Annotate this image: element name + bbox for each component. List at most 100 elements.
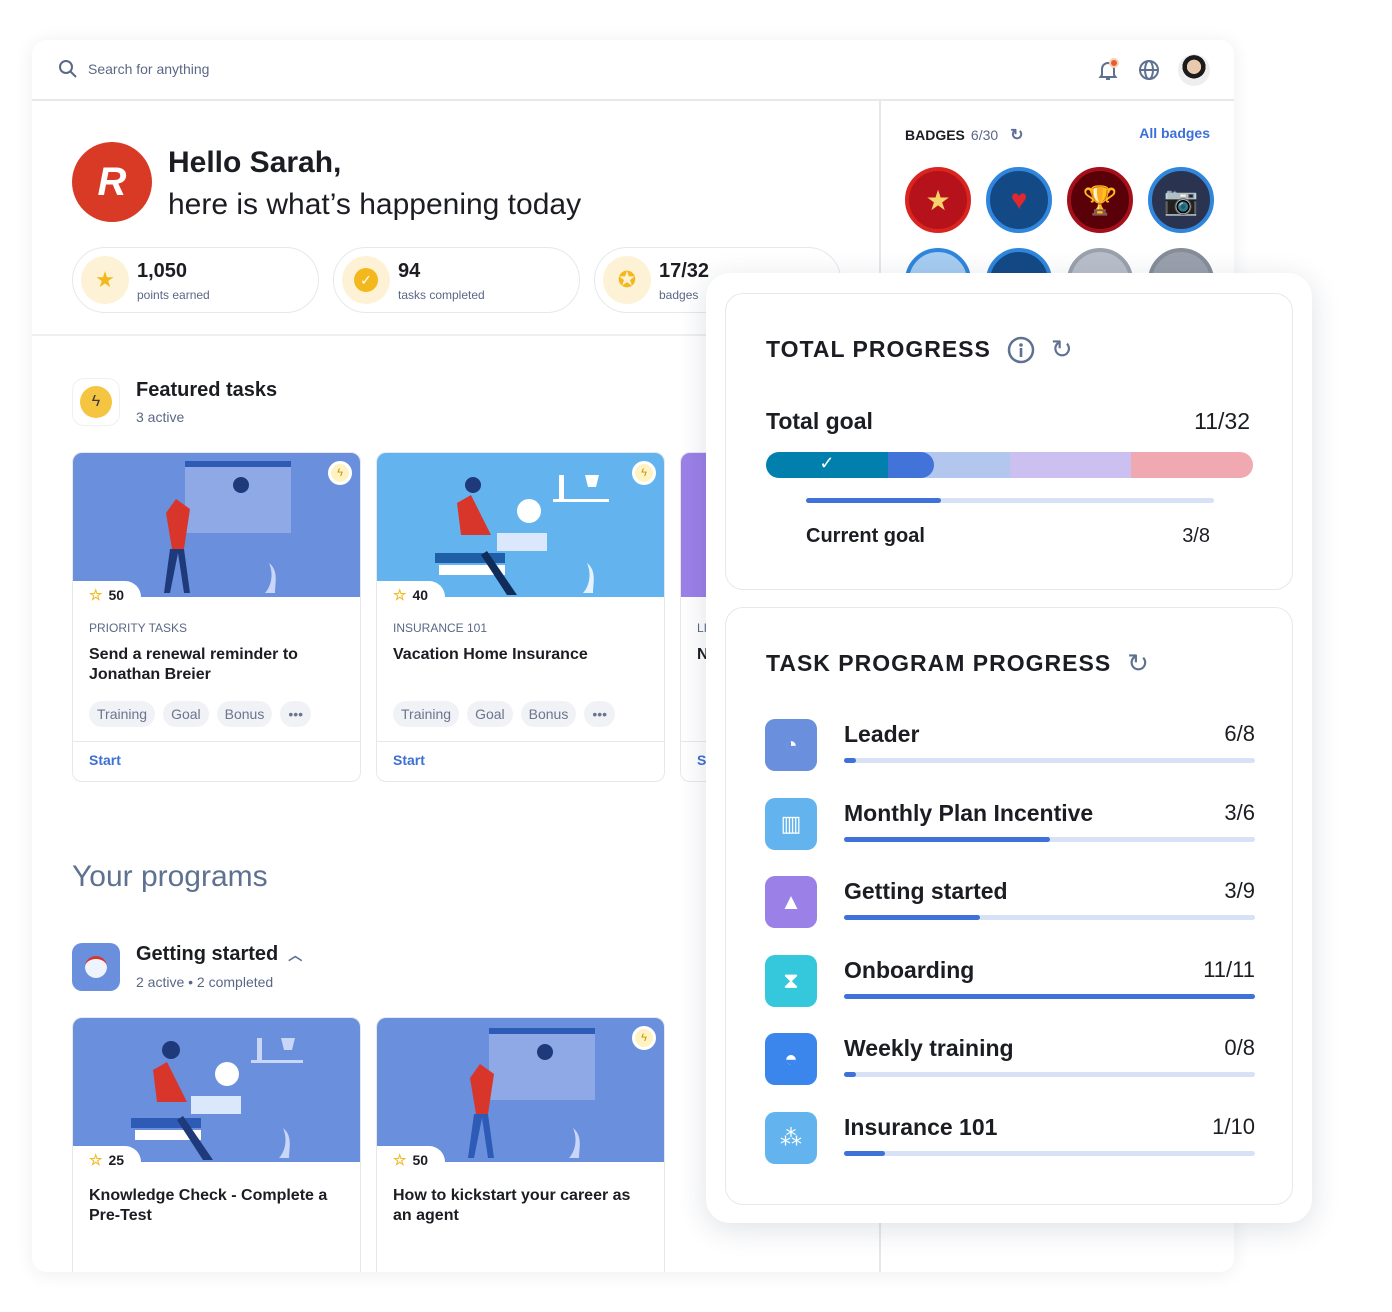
ribbon-icon: ✪ — [603, 256, 651, 304]
program-card[interactable]: ϟ ☆ 50 How to kickstart your career as an… — [376, 1017, 665, 1272]
current-goal-label: Current goal — [806, 525, 925, 547]
start-button[interactable]: Start — [73, 741, 360, 781]
search-input[interactable]: Search for anything — [58, 59, 209, 79]
task-illustration: ϟ ☆ 50 — [377, 1018, 664, 1174]
gauge-icon: ◔ — [765, 719, 817, 771]
task-title: Knowledge Check - Complete a Pre-Test — [89, 1187, 328, 1224]
brand-logo: R — [72, 142, 152, 222]
program-name: Insurance 101 — [844, 1114, 998, 1140]
programs-title: Your programs — [72, 860, 268, 893]
program-group-title: Getting started — [136, 943, 279, 965]
featured-title: Featured tasks — [136, 379, 278, 401]
program-progress-fill — [844, 836, 1050, 842]
program-name: Getting started — [844, 878, 1008, 905]
points-badge: ☆ 40 — [377, 581, 445, 609]
badge-camera[interactable]: 📷 — [1148, 167, 1214, 233]
start-button[interactable]: Start — [377, 741, 664, 781]
refresh-icon[interactable]: ↻ — [1051, 334, 1073, 365]
badges-count: 6/30 — [970, 127, 999, 143]
greeting: Hello Sarah, here is what’s happening to… — [168, 142, 581, 226]
task-category: INSURANCE 101 — [393, 621, 488, 635]
program-progress-row[interactable]: ▲ Getting started 3/9 — [765, 876, 1255, 936]
stat-label: badges — [659, 288, 699, 302]
program-value: 3/6 — [1224, 799, 1255, 825]
search-placeholder: Search for anything — [88, 61, 210, 77]
program-progress-row[interactable]: ⁂ Insurance 101 1/10 — [765, 1112, 1255, 1172]
points-badge: ☆ 25 — [73, 1146, 141, 1174]
stat-tasks: ✓ 94 tasks completed — [333, 247, 580, 313]
program-icon — [72, 943, 120, 991]
lightning-icon: ϟ — [632, 1026, 656, 1050]
info-icon[interactable] — [1007, 336, 1035, 364]
program-progress-row[interactable]: ◔ Leader 6/8 — [765, 719, 1255, 779]
task-card[interactable]: ϟ ☆ 50 PRIORITY TASKS Send a renewal remi… — [72, 452, 361, 782]
tag: Training — [89, 701, 156, 727]
team-icon: ⁂ — [765, 1112, 817, 1164]
program-group-header[interactable]: Getting started ︿ — [136, 943, 302, 966]
program-name: Monthly Plan Incentive — [844, 799, 1094, 826]
program-progress-fill — [844, 1072, 857, 1078]
star-outline-icon: ☆ — [393, 1152, 407, 1169]
star-outline-icon: ☆ — [89, 1152, 103, 1169]
hourglass-icon: ⧗ — [765, 954, 817, 1007]
badge-stars[interactable]: ★ — [905, 167, 971, 233]
pyramid-icon: ▲ — [765, 876, 817, 929]
task-illustration: ϟ ☆ 50 — [73, 453, 360, 609]
program-card[interactable]: ☆ 25 Knowledge Check - Complete a Pre-Tes… — [72, 1017, 361, 1272]
points-badge: ☆ 50 — [377, 1146, 445, 1174]
lightning-icon: ϟ — [328, 461, 352, 485]
goal-segment-completed: ✓ — [766, 452, 888, 478]
logo-letter: R — [97, 159, 127, 204]
stat-label: points earned — [137, 288, 210, 302]
current-segment-fill — [887, 452, 934, 478]
points-value: 40 — [412, 587, 429, 603]
total-goal-bar: ✓ — [766, 452, 1253, 478]
program-progress-row[interactable]: ⧗ Onboarding 11/11 — [765, 954, 1255, 1015]
progress-panel: TOTAL PROGRESS ↻ Total goal 11/32 ✓ Curr… — [706, 273, 1312, 1223]
current-goal-track — [806, 498, 1214, 503]
task-category: PRIORITY TASKS — [89, 621, 188, 635]
program-group-subtitle: 2 active • 2 completed — [136, 974, 274, 990]
more-tags-button[interactable]: ••• — [280, 701, 312, 727]
greeting-subtitle: here is what’s happening today — [168, 188, 582, 221]
bell-icon[interactable] — [1096, 58, 1120, 82]
greeting-title: Hello Sarah, — [168, 146, 342, 179]
tag: Goal — [467, 701, 513, 727]
task-card[interactable]: ϟ ☆ 40 INSURANCE 101 Vacation Home Insura… — [376, 452, 665, 782]
top-bar: Search for anything — [32, 40, 1234, 101]
goal-segment-upcoming — [1131, 452, 1253, 478]
points-value: 25 — [108, 1152, 125, 1168]
program-value: 1/10 — [1212, 1114, 1255, 1139]
program-name: Weekly training — [844, 1035, 1014, 1062]
star-icon: ★ — [81, 256, 129, 304]
program-progress-track — [844, 1072, 1255, 1078]
badge-trophy[interactable]: 🏆 — [1067, 167, 1133, 233]
check-circle-icon: ✓ — [342, 256, 390, 304]
program-progress-row[interactable]: ▥ Monthly Plan Incentive 3/6 — [765, 797, 1255, 858]
chevron-up-icon[interactable]: ︿ — [288, 945, 302, 965]
stat-value: 1,050 — [137, 260, 188, 282]
stat-value: 94 — [398, 260, 421, 282]
program-value: 6/8 — [1224, 721, 1255, 746]
task-illustration: ϟ ☆ 40 — [377, 453, 664, 609]
lightning-icon: ϟ — [72, 378, 120, 426]
badge-heart[interactable]: ♥ — [986, 167, 1052, 233]
program-progress-row[interactable]: ◓ Weekly training 0/8 — [765, 1033, 1255, 1093]
avatar[interactable] — [1178, 54, 1210, 86]
chart-icon: ▥ — [765, 797, 817, 850]
program-progress-fill — [844, 758, 857, 763]
stat-points: ★ 1,050 points earned — [72, 247, 319, 313]
globe-icon[interactable] — [1138, 59, 1160, 81]
goal-segment-upcoming — [1009, 452, 1132, 478]
refresh-icon[interactable]: ↻ — [1127, 648, 1149, 679]
refresh-icon[interactable]: ↻ — [1010, 125, 1023, 145]
search-icon — [59, 60, 77, 78]
program-progress-track — [844, 993, 1255, 999]
all-badges-link[interactable]: All badges — [1139, 125, 1210, 141]
goal-segment-current — [887, 452, 1010, 478]
total-progress-title: TOTAL PROGRESS — [766, 336, 991, 362]
stat-value: 17/32 — [659, 260, 710, 282]
points-value: 50 — [412, 1152, 429, 1168]
more-tags-button[interactable]: ••• — [584, 701, 616, 727]
program-value: 3/9 — [1224, 878, 1255, 904]
